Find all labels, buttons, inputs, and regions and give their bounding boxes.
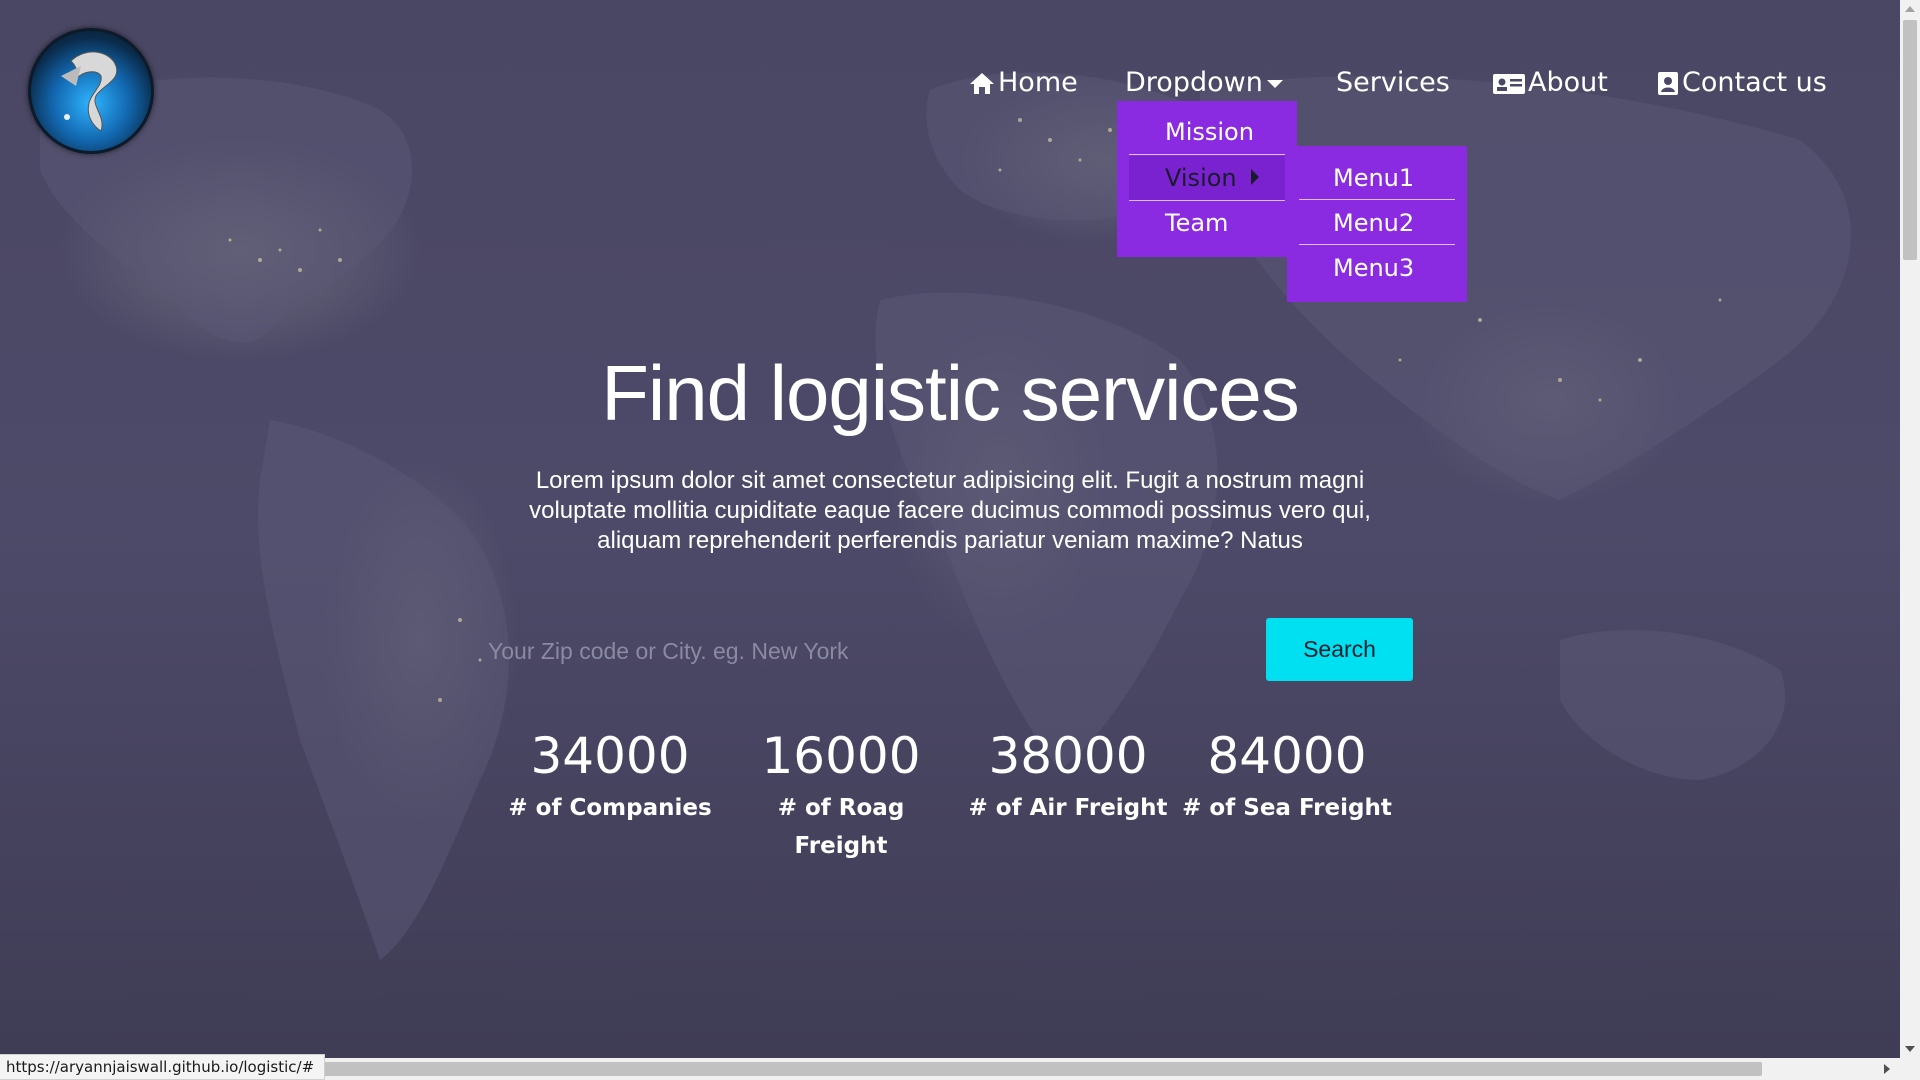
dropdown-item-label: Team (1165, 209, 1229, 237)
submenu-item-label: Menu1 (1333, 164, 1415, 192)
nav-home-label: Home (998, 67, 1078, 98)
hero-description: Lorem ipsum dolor sit amet consectetur a… (529, 467, 1371, 554)
home-icon (968, 69, 996, 97)
nav-about[interactable]: About (1492, 60, 1608, 106)
stat-value: 16000 (761, 727, 921, 785)
dropdown-item-label: Mission (1165, 118, 1254, 146)
dropdown-item-team[interactable]: Team (1129, 201, 1285, 246)
dropdown-item-mission[interactable]: Mission (1129, 110, 1285, 155)
hero-title: Find logistic services (601, 349, 1300, 437)
submenu-item-menu1[interactable]: Menu1 (1299, 156, 1455, 200)
contact-icon (1656, 69, 1680, 97)
scroll-right-arrow-icon[interactable] (1884, 1064, 1890, 1074)
search-input[interactable] (488, 620, 1258, 682)
stat-value: 38000 (988, 727, 1148, 785)
status-bar-url: https://aryannjaiswall.github.io/logisti… (0, 1054, 326, 1080)
stat-value: 84000 (1207, 727, 1367, 785)
dragon-logo[interactable] (28, 28, 154, 154)
stat-air-freight: 38000 # of Air Freight (958, 725, 1178, 827)
stat-sea-freight: 84000 # of Sea Freight (1177, 725, 1397, 827)
vertical-scroll-thumb[interactable] (1903, 20, 1917, 260)
horizontal-scroll-thumb[interactable] (286, 1062, 1762, 1076)
submenu-item-menu2[interactable]: Menu2 (1299, 201, 1455, 245)
submenu-item-label: Menu3 (1333, 254, 1415, 282)
search-button[interactable]: Search (1266, 618, 1413, 681)
nav-about-label: About (1528, 67, 1608, 98)
stat-label: # of Companies (508, 795, 712, 821)
nav-home[interactable]: Home (968, 60, 1078, 106)
submenu-item-label: Menu2 (1333, 209, 1415, 237)
nav-dropdown-label: Dropdown (1125, 67, 1263, 98)
nav-services[interactable]: Services (1336, 60, 1450, 106)
vision-submenu: Menu1 Menu2 Menu3 (1287, 146, 1467, 302)
stat-label: # of Roag Freight (777, 795, 905, 859)
caret-right-icon (1250, 156, 1260, 201)
stat-label: # of Air Freight (968, 795, 1168, 821)
nav-contact[interactable]: Contact us (1656, 60, 1827, 106)
scroll-down-arrow-icon[interactable] (1905, 1046, 1915, 1052)
stat-companies: 34000 # of Companies (500, 725, 720, 827)
nav-services-label: Services (1336, 67, 1450, 98)
dropdown-item-vision[interactable]: Vision (1129, 156, 1285, 201)
nav-contact-label: Contact us (1682, 67, 1827, 98)
submenu-item-menu3[interactable]: Menu3 (1299, 246, 1455, 290)
caret-down-icon (1265, 69, 1293, 97)
stat-value: 34000 (530, 727, 690, 785)
stat-label: # of Sea Freight (1182, 795, 1392, 821)
nav-dropdown[interactable]: Dropdown (1125, 60, 1295, 106)
dropdown-menu: Mission Vision Team (1117, 101, 1297, 257)
dropdown-item-label: Vision (1165, 164, 1237, 192)
scroll-up-arrow-icon[interactable] (1905, 6, 1915, 12)
vertical-scrollbar[interactable] (1900, 0, 1920, 1058)
id-card-icon (1492, 69, 1526, 97)
stat-road-freight: 16000 # of Roag Freight (731, 725, 951, 865)
dragon-emblem-icon (61, 51, 118, 132)
